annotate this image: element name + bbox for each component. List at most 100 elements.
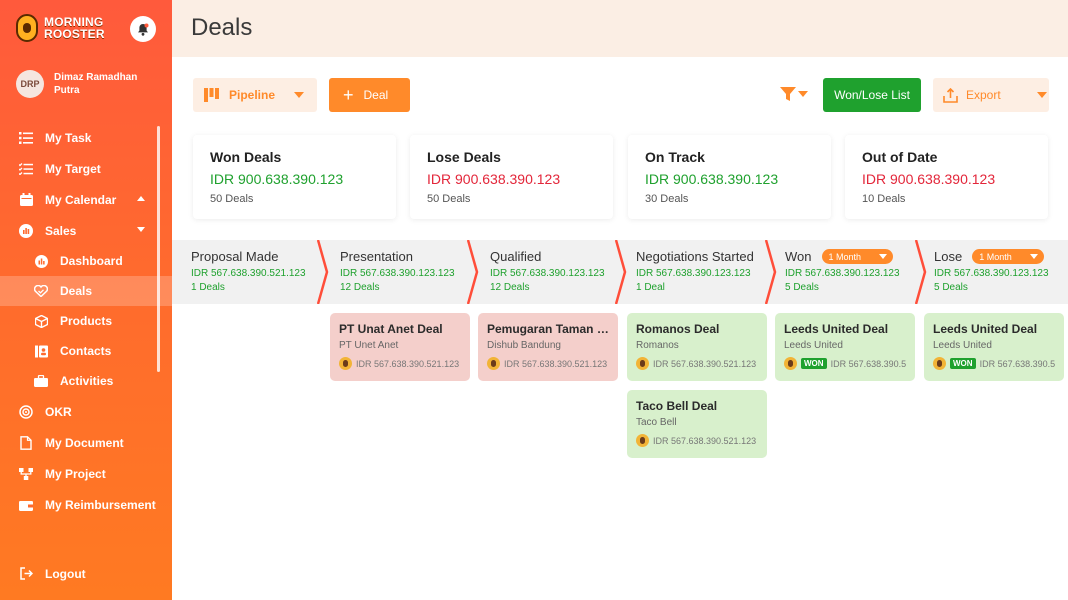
avatar [933, 357, 946, 370]
card-amount: IDR 900.638.390.123 [210, 171, 344, 187]
stage-qualified: Qualified IDR 567.638.390.123.123 12 Dea… [490, 240, 620, 304]
briefcase-icon [34, 374, 48, 388]
avatar [487, 357, 500, 370]
deal-card[interactable]: Pemugaran Taman La... Dishub Bandung IDR… [478, 313, 618, 381]
target-icon [19, 404, 33, 419]
sidebar-item-activities[interactable]: Activities [0, 366, 172, 396]
sidebar-item-my-task[interactable]: My Task [0, 122, 172, 153]
sidebar-item-contacts[interactable]: Contacts [0, 336, 172, 366]
deal-amount: IDR 567.638.390.5... [830, 358, 906, 369]
logout-button[interactable]: Logout [0, 558, 86, 589]
sidebar-item-label: Dashboard [60, 254, 123, 268]
wallet-icon [19, 498, 33, 512]
deal-card[interactable]: Leeds United Deal Leeds United WON IDR 5… [775, 313, 915, 381]
page-title: Deals [191, 14, 253, 41]
chevron-down-icon [294, 92, 305, 98]
deal-card[interactable]: Taco Bell Deal Taco Bell IDR 567.638.390… [627, 390, 767, 458]
stage-amount: IDR 567.638.390.123.123 [490, 268, 605, 279]
card-count: 10 Deals [862, 193, 906, 205]
user-profile[interactable]: DRP Dimaz Ramadhan Putra [16, 70, 154, 98]
stage-amount: IDR 567.638.390.521.123 [191, 268, 306, 279]
stage-divider-arrow [765, 240, 777, 304]
lose-period-dropdown[interactable]: 1 Month [972, 249, 1044, 264]
summary-card-out-of-date: Out of Date IDR 900.638.390.123 10 Deals [845, 135, 1048, 219]
sidebar-item-my-project[interactable]: My Project [0, 458, 172, 489]
logout-label: Logout [45, 566, 86, 581]
chevron-up-icon [137, 196, 145, 201]
add-deal-label: Deal [363, 88, 389, 102]
sidebar-item-my-document[interactable]: My Document [0, 427, 172, 458]
stage-divider-arrow [615, 240, 627, 304]
export-icon [943, 87, 958, 103]
stage-title: Negotiations Started [636, 249, 754, 264]
stage-title: Presentation [340, 249, 413, 264]
sidebar-item-label: My Target [45, 161, 101, 176]
sidebar-item-products[interactable]: Products [0, 306, 172, 336]
stage-presentation: Presentation IDR 567.638.390.123.123 12 … [340, 240, 472, 304]
notification-bell-icon[interactable] [130, 16, 156, 42]
deal-card[interactable]: Leeds United Deal Leeds United WON IDR 5… [924, 313, 1064, 381]
brand-line-2: ROOSTER [44, 27, 105, 41]
deal-company: Dishub Bandung [487, 340, 561, 351]
card-amount: IDR 900.638.390.123 [427, 171, 561, 187]
sidebar-item-label: Contacts [60, 344, 112, 358]
brand-logo[interactable]: MORNING ROOSTER [16, 14, 105, 42]
chevron-down-icon [1036, 92, 1047, 98]
add-deal-button[interactable]: + Deal [329, 78, 410, 112]
sidebar-item-sales[interactable]: Sales [0, 215, 172, 246]
stage-amount: IDR 567.638.390.123.123 [934, 268, 1049, 279]
avatar [636, 357, 649, 370]
card-count: 30 Deals [645, 193, 689, 205]
card-title: On Track [645, 149, 705, 165]
chevron-down-icon [879, 254, 888, 259]
stage-title: Won [785, 249, 812, 264]
stage-lose: Lose 1 Month IDR 567.638.390.123.123 5 D… [934, 240, 1066, 304]
sidebar-item-label: Activities [60, 374, 114, 388]
deal-card[interactable]: Romanos Deal Romanos IDR 567.638.390.521… [627, 313, 767, 381]
stage-divider-arrow [915, 240, 927, 304]
sidebar-item-my-reimbursement[interactable]: My Reimbursement [0, 489, 172, 520]
deal-amount: IDR 567.638.390.5... [979, 358, 1055, 369]
sidebar-item-label: Products [60, 314, 113, 328]
card-title: Lose Deals [427, 149, 501, 165]
sidebar-item-label: Sales [45, 223, 77, 238]
rooster-logo-icon [16, 14, 38, 42]
checklist-icon [19, 162, 33, 176]
sidebar-item-my-target[interactable]: My Target [0, 153, 172, 184]
box-icon [34, 314, 48, 328]
export-dropdown[interactable]: Export [933, 78, 1049, 112]
sidebar-item-my-calendar[interactable]: My Calendar [0, 184, 172, 215]
sidebar-item-deals[interactable]: Deals [0, 276, 172, 306]
chevron-down-icon [137, 227, 145, 232]
deal-amount: IDR 567.638.390.521.123 [504, 358, 608, 369]
sidebar-item-okr[interactable]: OKR [0, 396, 172, 427]
card-count: 50 Deals [427, 193, 471, 205]
kanban-icon [204, 88, 219, 102]
sidebar-item-label: OKR [45, 404, 72, 419]
sales-icon [19, 223, 33, 238]
stage-title: Qualified [490, 249, 542, 264]
period-label: 1 Month [979, 251, 1012, 262]
won-period-dropdown[interactable]: 1 Month [821, 249, 894, 264]
avatar [784, 357, 797, 370]
deal-title: Taco Bell Deal [636, 399, 718, 413]
filter-icon [780, 87, 796, 101]
sidebar: MORNING ROOSTER DRP Dimaz Ramadhan Putra… [0, 0, 172, 600]
pipeline-view-dropdown[interactable]: Pipeline [193, 78, 317, 112]
stage-amount: IDR 567.638.390.123.123 [636, 268, 751, 279]
stage-negotiations-started: Negotiations Started IDR 567.638.390.123… [636, 240, 768, 304]
page-header: Deals [172, 0, 1068, 57]
deal-company: Leeds United [784, 340, 843, 351]
chevron-down-icon [798, 91, 808, 97]
stage-title: Proposal Made [191, 249, 279, 264]
deal-company: Romanos [636, 340, 679, 351]
sidebar-item-dashboard[interactable]: Dashboard [0, 246, 172, 276]
won-lose-list-button[interactable]: Won/Lose List [823, 78, 921, 112]
filter-dropdown[interactable] [780, 86, 808, 102]
handshake-icon [34, 284, 48, 298]
deal-title: Leeds United Deal [933, 322, 1038, 336]
deal-card[interactable]: PT Unat Anet Deal PT Unet Anet IDR 567.6… [330, 313, 470, 381]
stage-count: 5 Deals [934, 282, 968, 293]
period-label: 1 Month [828, 251, 862, 262]
deal-company: Leeds United [933, 340, 992, 351]
